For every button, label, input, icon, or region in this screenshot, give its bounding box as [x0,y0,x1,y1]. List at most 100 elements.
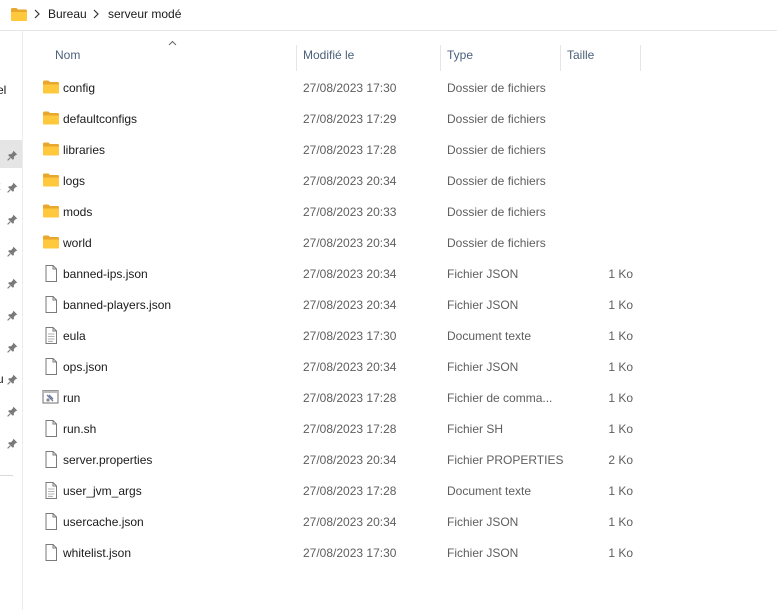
column-header-name[interactable]: Nom [55,48,80,62]
pin-icon[interactable] [7,438,18,449]
nav-item-label-partial[interactable]: el [0,83,6,97]
file-modified-date: 27/08/2023 20:34 [303,360,397,374]
file-row[interactable]: run 27/08/2023 17:28 Fichier de comma... 1 … [23,382,777,413]
file-row[interactable]: mods 27/08/2023 20:33 Dossier de fichiers [23,196,777,227]
folder-icon [42,79,60,96]
text-file-icon [42,327,60,344]
file-modified-date: 27/08/2023 20:33 [303,205,397,219]
file-size: 1 Ko [608,484,633,498]
file-name: server.properties [63,453,153,467]
file-icon [42,451,60,468]
pin-icon[interactable] [7,278,18,289]
file-name: run [63,391,81,405]
file-size: 1 Ko [608,546,633,560]
file-type: Fichier SH [447,422,504,436]
file-name: defaultconfigs [63,112,138,126]
file-row[interactable]: run.sh 27/08/2023 17:28 Fichier SH 1 Ko [23,413,777,444]
file-row[interactable]: banned-players.json 27/08/2023 20:34 Fichi… [23,289,777,320]
column-header-size[interactable]: Taille [567,48,594,62]
file-name: banned-ips.json [63,267,148,281]
address-bar[interactable]: Bureau serveur modé [0,0,777,31]
file-name: libraries [63,143,106,157]
file-name: user_jvm_args [63,484,142,498]
folder-icon [42,203,60,220]
file-type: Fichier JSON [447,267,519,281]
file-row[interactable]: server.properties 27/08/2023 20:34 Fichier… [23,444,777,475]
folder-icon [42,172,60,189]
folder-icon [42,141,60,158]
column-divider[interactable] [640,45,641,71]
file-type: Fichier JSON [447,360,519,374]
file-size: 1 Ko [608,391,633,405]
pin-icon[interactable] [7,406,18,417]
pin-icon[interactable] [7,150,18,161]
file-name: mods [63,205,93,219]
file-row[interactable]: eula 27/08/2023 17:30 Document texte 1 Ko [23,320,777,351]
file-size: 1 Ko [608,329,633,343]
file-size: 1 Ko [608,298,633,312]
nav-divider [0,475,13,476]
file-row[interactable]: user_jvm_args 27/08/2023 17:28 Document te… [23,475,777,506]
file-icon [42,420,60,437]
file-size: 2 Ko [608,453,633,467]
folder-icon [11,8,27,21]
file-type: Dossier de fichiers [447,236,546,250]
file-name: whitelist.json [63,546,132,560]
file-row[interactable]: logs 27/08/2023 20:34 Dossier de fichiers [23,165,777,196]
file-type: Dossier de fichiers [447,81,546,95]
file-modified-date: 27/08/2023 17:28 [303,391,397,405]
column-header-type[interactable]: Type [447,48,473,62]
column-divider[interactable] [296,45,297,71]
file-modified-date: 27/08/2023 17:30 [303,329,397,343]
nav-item-label-partial[interactable]: u [0,372,4,386]
column-header: Nom Modifié le Type Taille [23,31,777,78]
column-divider[interactable] [440,45,441,71]
file-icon [42,358,60,375]
folder-icon [42,110,60,127]
file-name: eula [63,329,86,343]
chevron-right-icon[interactable] [33,8,41,20]
breadcrumb-item-bureau[interactable]: Bureau [48,7,87,21]
file-row[interactable]: ops.json 27/08/2023 20:34 Fichier JSON 1 Ko [23,351,777,382]
chevron-right-icon[interactable] [92,8,100,20]
file-row[interactable]: config 27/08/2023 17:30 Dossier de fichier… [23,72,777,103]
file-row[interactable]: world 27/08/2023 20:34 Dossier de fichiers [23,227,777,258]
file-type: Document texte [447,329,532,343]
file-name: banned-players.json [63,298,172,312]
breadcrumb-item-current[interactable]: serveur modé [108,7,181,21]
pin-icon[interactable] [7,374,18,385]
file-type: Dossier de fichiers [447,205,546,219]
pin-icon[interactable] [7,214,18,225]
file-row[interactable]: banned-ips.json 27/08/2023 20:34 Fichier J… [23,258,777,289]
file-type: Fichier de comma... [447,391,553,405]
sort-ascending-icon [168,40,177,46]
file-row[interactable]: libraries 27/08/2023 17:28 Dossier de fich… [23,134,777,165]
file-name: world [63,236,92,250]
file-modified-date: 27/08/2023 20:34 [303,515,397,529]
pin-icon[interactable] [7,310,18,321]
batch-file-icon [42,389,60,406]
column-header-modified[interactable]: Modifié le [303,48,354,62]
pin-icon[interactable] [7,182,18,193]
folder-icon [42,234,60,251]
file-row[interactable]: defaultconfigs 27/08/2023 17:29 Dossier de… [23,103,777,134]
file-type: Fichier PROPERTIES [447,453,564,467]
file-name: run.sh [63,422,97,436]
file-size: 1 Ko [608,360,633,374]
file-row[interactable]: whitelist.json 27/08/2023 17:30 Fichier JS… [23,537,777,568]
file-size: 1 Ko [608,515,633,529]
navigation-pane: el t u [0,31,23,610]
file-modified-date: 27/08/2023 20:34 [303,453,397,467]
file-modified-date: 27/08/2023 20:34 [303,236,397,250]
column-divider[interactable] [560,45,561,71]
file-name: ops.json [63,360,108,374]
pin-icon[interactable] [7,342,18,353]
file-modified-date: 27/08/2023 20:34 [303,174,397,188]
file-row[interactable]: usercache.json 27/08/2023 20:34 Fichier JS… [23,506,777,537]
file-modified-date: 27/08/2023 17:28 [303,484,397,498]
file-type: Dossier de fichiers [447,143,546,157]
file-modified-date: 27/08/2023 17:29 [303,112,397,126]
file-type: Fichier JSON [447,546,519,560]
pin-icon[interactable] [7,246,18,257]
file-icon [42,265,60,282]
